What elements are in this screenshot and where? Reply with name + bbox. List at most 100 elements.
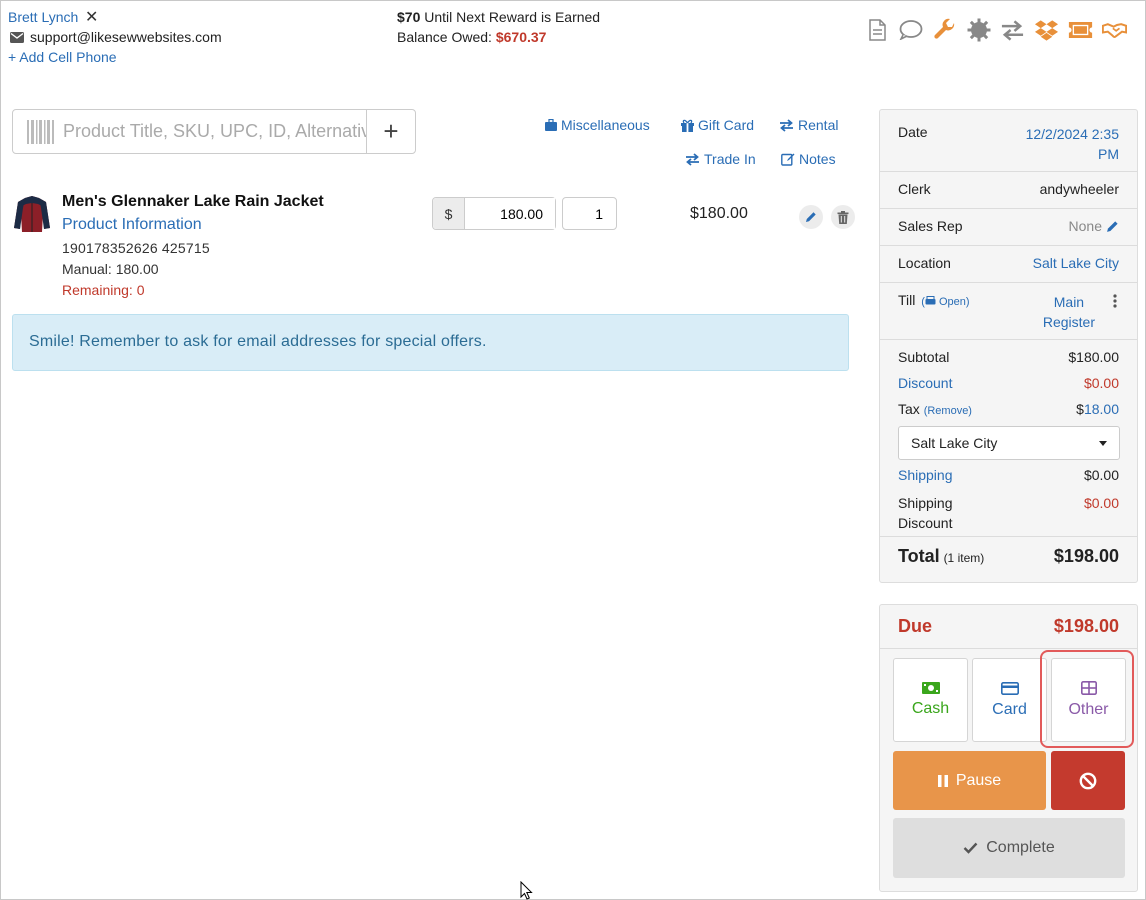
divider: [880, 648, 1137, 649]
divider: [880, 208, 1137, 209]
divider: [880, 282, 1137, 283]
customer-name-link[interactable]: Brett Lynch: [8, 9, 78, 25]
miscellaneous-label: Miscellaneous: [561, 117, 650, 133]
mouse-cursor-icon: [520, 880, 533, 900]
product-thumbnail: [12, 194, 52, 237]
date-value-line2: PM: [1098, 146, 1119, 162]
till-status-link[interactable]: ( Open): [921, 296, 970, 308]
price-input[interactable]: [465, 198, 555, 229]
total-row: Total (1 item) $198.00: [898, 546, 1119, 567]
highlight-annotation: [1040, 650, 1134, 748]
reward-text: Until Next Reward is Earned: [420, 9, 601, 25]
kebab-menu-icon[interactable]: [1113, 294, 1119, 311]
balance-label: Balance Owed:: [397, 29, 496, 45]
tax-value[interactable]: $18.00: [1076, 401, 1119, 417]
close-icon[interactable]: ✕: [85, 7, 98, 27]
cash-button[interactable]: Cash: [893, 658, 968, 742]
document-icon[interactable]: [864, 17, 889, 42]
edit-item-button[interactable]: [799, 205, 823, 229]
product-information-link[interactable]: Product Information: [62, 216, 202, 234]
clerk-label: Clerk: [898, 181, 931, 197]
add-cell-phone-link[interactable]: + Add Cell Phone: [8, 49, 117, 65]
total-value: $198.00: [1053, 546, 1119, 566]
caret-down-icon: [1099, 441, 1107, 446]
clerk-row: Clerk andywheeler: [898, 181, 1119, 197]
date-row: Date 12/2/2024 2:35 PM: [898, 124, 1119, 162]
tax-remove-link[interactable]: (Remove): [924, 405, 972, 417]
barcode-icon: [27, 120, 54, 144]
void-sale-button[interactable]: [1051, 751, 1125, 810]
discount-row: Discount $0.00: [898, 375, 1119, 391]
till-status: Open: [939, 296, 966, 308]
rental-link[interactable]: Rental: [779, 117, 838, 133]
miscellaneous-link[interactable]: Miscellaneous: [545, 117, 650, 133]
gear-icon[interactable]: [966, 17, 991, 42]
sales-rep-row: Sales Rep None: [898, 218, 1119, 234]
total-label: Total: [898, 546, 940, 566]
product-search-input[interactable]: [13, 110, 366, 153]
chat-icon[interactable]: [898, 17, 923, 42]
shipping-discount-value: $0.00: [1083, 495, 1119, 511]
add-product-button[interactable]: +: [366, 110, 415, 153]
sales-rep-value[interactable]: None: [1069, 218, 1119, 234]
location-row: Location Salt Lake City: [898, 255, 1119, 271]
ban-icon: [1079, 772, 1097, 789]
trade-in-link[interactable]: Trade In: [685, 151, 756, 167]
sales-rep-name: None: [1068, 218, 1102, 234]
location-value[interactable]: Salt Lake City: [1033, 255, 1119, 271]
line-total: $180.00: [690, 205, 748, 222]
transfer-icon[interactable]: [1000, 17, 1025, 42]
ticket-icon[interactable]: [1068, 17, 1093, 42]
envelope-icon: [10, 31, 24, 43]
trash-icon: [837, 210, 849, 224]
complete-button[interactable]: Complete: [893, 818, 1125, 878]
trade-in-label: Trade In: [704, 151, 756, 167]
sale-summary-panel: Date 12/2/2024 2:35 PM Clerk andywheeler…: [879, 109, 1138, 583]
header-toolbar: [864, 17, 1127, 42]
dropbox-icon[interactable]: [1034, 17, 1059, 42]
notes-link[interactable]: Notes: [781, 151, 836, 167]
delete-item-button[interactable]: [831, 205, 855, 229]
payment-panel: Due $198.00 Cash Card Other Pause Comple…: [879, 604, 1138, 892]
sales-rep-label: Sales Rep: [898, 218, 963, 234]
tax-amount: 18.00: [1083, 401, 1119, 417]
due-label: Due: [898, 616, 933, 636]
currency-addon: $: [433, 198, 465, 229]
item-codes: 190178352626 425715: [62, 240, 210, 256]
till-value[interactable]: Main Register: [1043, 292, 1095, 332]
shipping-discount-row: Shipping Discount $0.00: [898, 493, 1119, 533]
gift-card-link[interactable]: Gift Card: [681, 117, 754, 133]
shipping-discount-label-line2: Discount: [898, 515, 953, 531]
pencil-icon: [1107, 220, 1118, 232]
tax-location-value: Salt Lake City: [911, 435, 998, 451]
till-value-line1: Main: [1053, 294, 1085, 310]
item-manual-price: Manual: 180.00: [62, 261, 159, 277]
price-field-group: $: [432, 197, 556, 230]
date-value[interactable]: 12/2/2024 2:35 PM: [1026, 124, 1119, 164]
pause-button[interactable]: Pause: [893, 751, 1046, 810]
register-icon: [925, 296, 936, 305]
gift-card-label: Gift Card: [698, 117, 755, 133]
divider: [880, 245, 1137, 246]
pencil-icon: [806, 212, 816, 222]
card-button[interactable]: Card: [972, 658, 1047, 742]
balance-value: $670.37: [495, 29, 547, 45]
check-icon: [963, 842, 978, 854]
till-row: Till ( Open) Main Register: [898, 292, 1119, 330]
subtotal-value: $180.00: [1068, 349, 1119, 365]
tax-label: Tax: [898, 401, 920, 417]
edit-icon: [781, 153, 795, 166]
quantity-input[interactable]: [562, 197, 617, 230]
tax-location-select[interactable]: Salt Lake City: [898, 426, 1120, 460]
shipping-link[interactable]: Shipping: [898, 467, 953, 483]
discount-link[interactable]: Discount: [898, 375, 952, 391]
balance-owed: Balance Owed: $670.37: [397, 29, 546, 45]
handshake-icon[interactable]: [1102, 17, 1127, 42]
wrench-icon[interactable]: [932, 17, 957, 42]
cash-icon: [921, 682, 940, 694]
date-label: Date: [898, 124, 928, 140]
pause-label: Pause: [955, 771, 1002, 789]
pause-icon: [937, 774, 948, 787]
credit-card-icon: [1000, 681, 1019, 695]
reward-status: $70 Until Next Reward is Earned: [397, 9, 600, 25]
